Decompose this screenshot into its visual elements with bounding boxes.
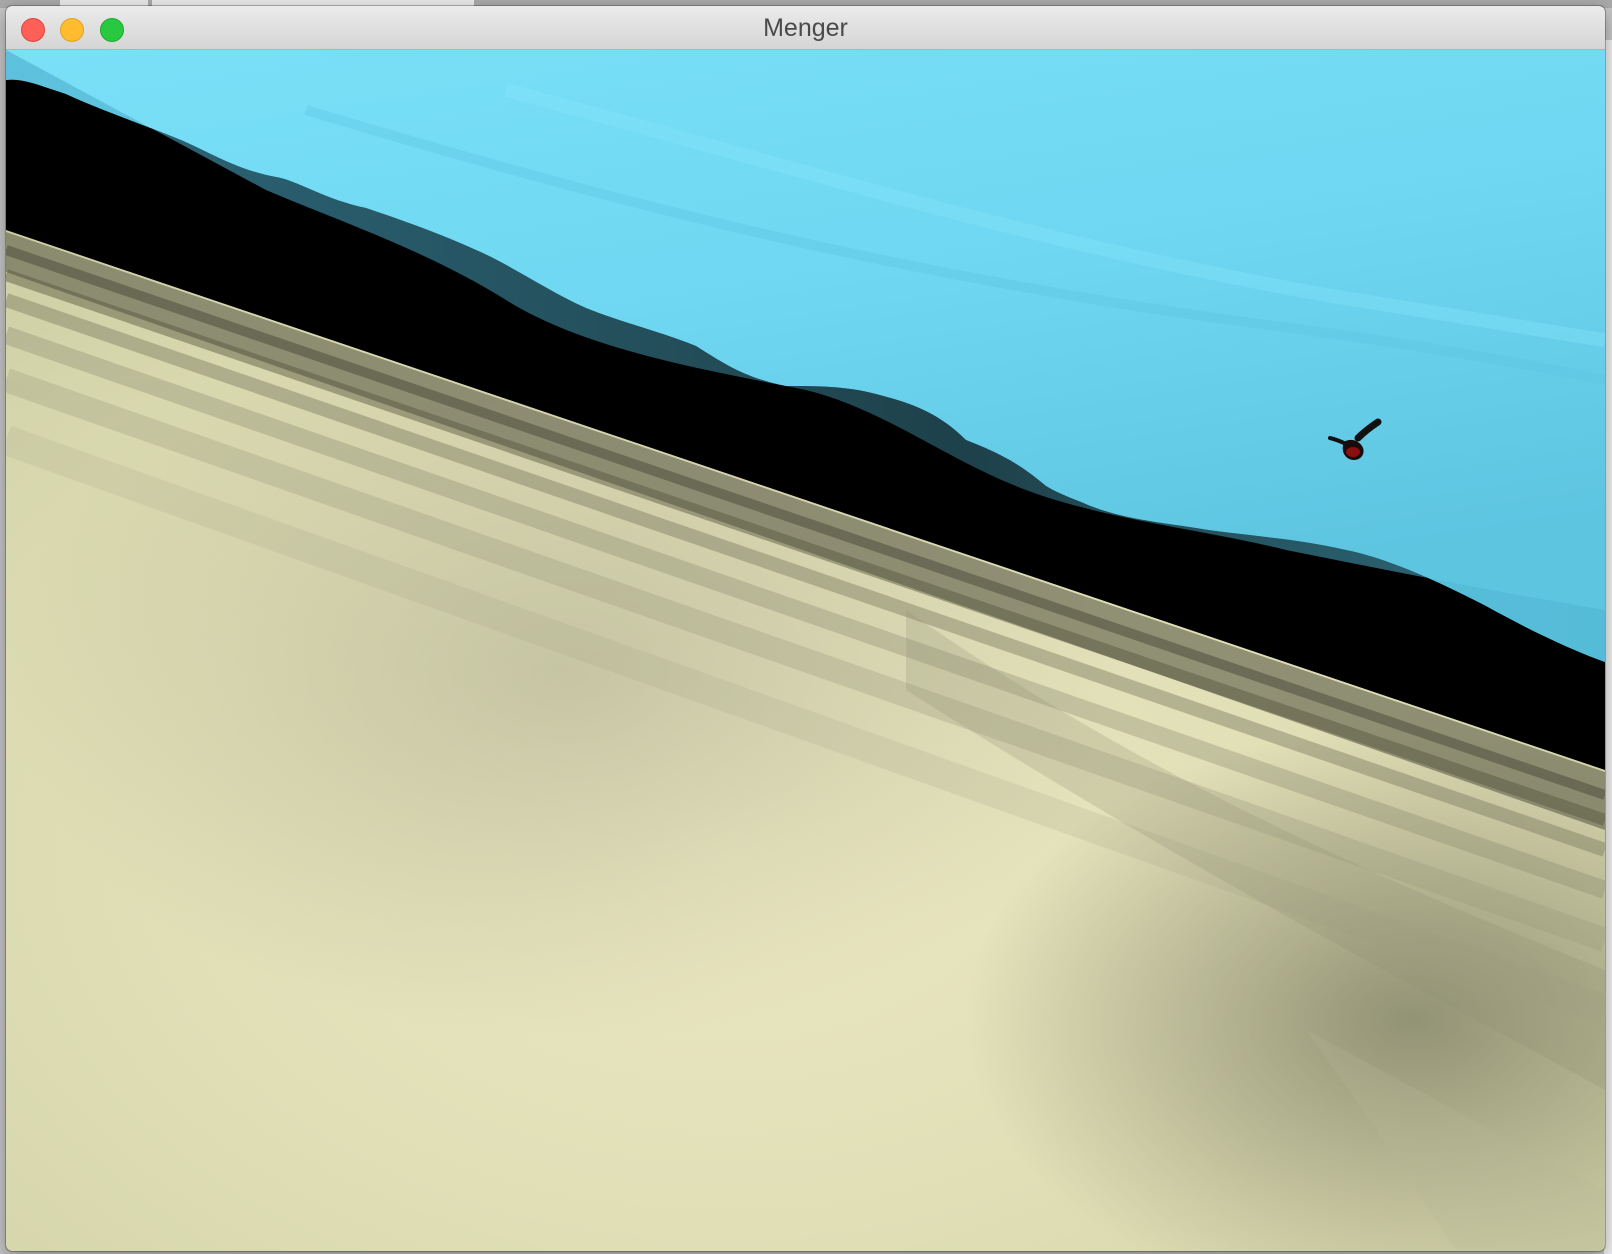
window-title: Menger	[763, 14, 848, 42]
render-viewport[interactable]	[6, 50, 1605, 1251]
title-bar[interactable]: Menger	[6, 6, 1605, 50]
background-window-edge	[1604, 40, 1612, 1254]
menger-window[interactable]: Menger	[6, 6, 1605, 1251]
scene-canvas	[6, 50, 1605, 1251]
